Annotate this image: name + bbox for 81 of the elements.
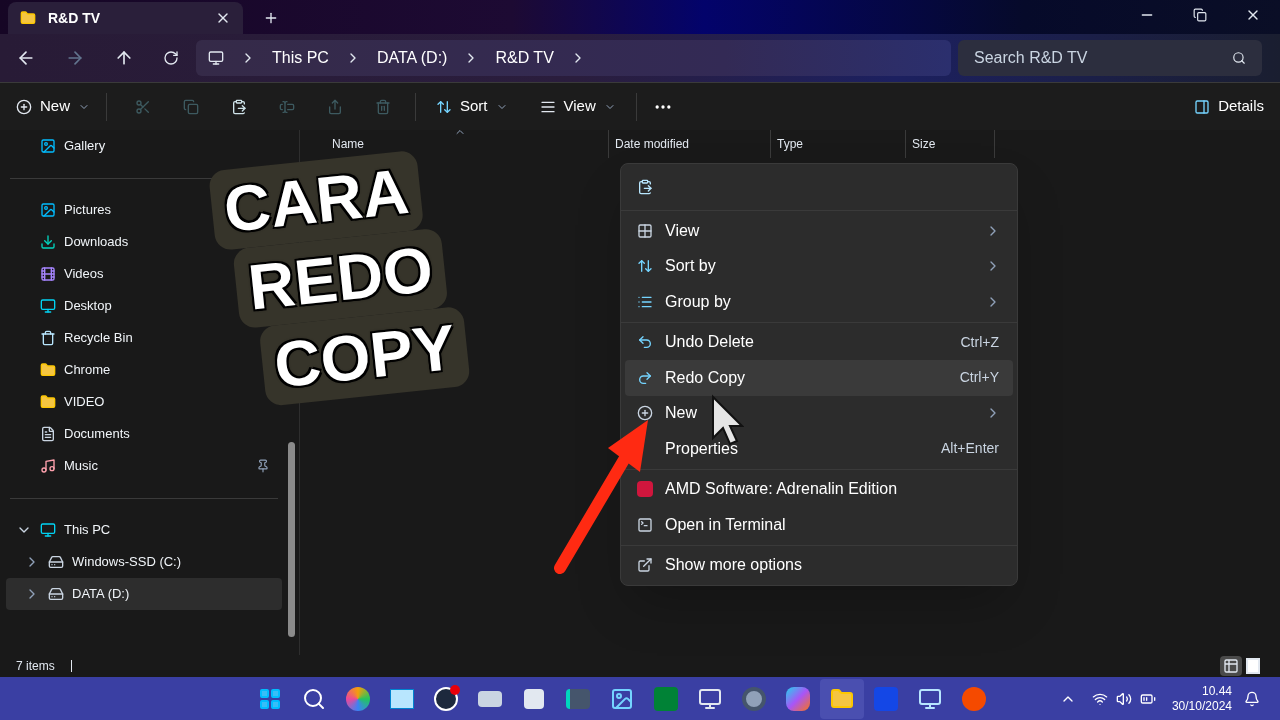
download-icon	[40, 234, 56, 250]
sidebar-item[interactable]: Videos	[6, 258, 116, 290]
sidebar-item[interactable]: Recycle Bin	[6, 322, 145, 354]
breadcrumb[interactable]: This PC	[272, 46, 329, 70]
scrollbar[interactable]	[288, 442, 295, 637]
picture-icon	[40, 138, 56, 154]
search-icon	[1232, 51, 1246, 65]
item-count: 7 items	[16, 658, 55, 675]
folder-icon	[40, 394, 56, 410]
menu-item[interactable]: Open in Terminal	[625, 507, 1013, 543]
undo-icon	[637, 334, 653, 351]
grid-icon	[637, 222, 653, 239]
sidebar-item[interactable]: Music	[6, 450, 282, 482]
sort-icon	[637, 258, 653, 275]
clock-date: 30/10/2024	[1171, 698, 1232, 714]
folder-icon	[830, 686, 854, 711]
sidebar-item[interactable]: Documents	[6, 418, 142, 450]
terminal-icon	[637, 516, 653, 533]
external-icon	[637, 557, 653, 574]
panel-icon	[1194, 98, 1211, 115]
tree-item[interactable]: This PC	[6, 514, 282, 546]
pin-icon	[256, 459, 270, 473]
clock-time: 10.44	[1201, 683, 1232, 699]
sidebar-item[interactable]: Chrome	[6, 354, 123, 386]
sidebar-item[interactable]: Desktop	[6, 290, 124, 322]
amd-icon	[637, 481, 653, 498]
drive-icon	[48, 586, 64, 602]
tree-item[interactable]: DATA (D:)	[6, 578, 282, 610]
sort-button[interactable]: Sort	[424, 95, 520, 118]
menu-item[interactable]: Group by	[625, 284, 1013, 320]
folder-icon	[40, 362, 56, 378]
restore-icon[interactable]	[1193, 8, 1207, 22]
menu-item[interactable]: Redo Copy Ctrl+Y	[625, 360, 1013, 396]
sidebar-item[interactable]: Gallery	[6, 130, 118, 162]
breadcrumb[interactable]: DATA (D:)	[376, 46, 448, 70]
sidebar-item[interactable]: Downloads	[6, 226, 141, 258]
menu-item[interactable]: Sort by	[625, 248, 1013, 284]
folder-icon	[20, 10, 36, 26]
column-header[interactable]: Size	[905, 130, 995, 158]
new-tab-icon[interactable]	[263, 10, 279, 26]
clock[interactable]: 10.44 30/10/2024	[1171, 683, 1232, 714]
search-icon	[302, 686, 326, 711]
details-view-button[interactable]	[1220, 656, 1242, 676]
picture-icon	[610, 686, 634, 711]
computer-icon	[40, 522, 56, 538]
recycle-bin-icon	[40, 330, 56, 346]
start-icon	[258, 686, 282, 711]
tab-title: R&D TV	[48, 9, 102, 28]
column-header[interactable]: Date modified	[608, 130, 770, 158]
sort-icon	[436, 98, 452, 115]
sidebar-item[interactable]: Pictures	[6, 194, 123, 226]
plus-icon	[16, 98, 32, 115]
breadcrumb[interactable]: R&D TV	[495, 46, 554, 70]
menu-item[interactable]: Show more options	[625, 547, 1013, 583]
desktop-icon	[40, 298, 56, 314]
picture-icon	[40, 202, 56, 218]
new-icon	[637, 405, 653, 422]
search-field[interactable]: Search R&D TV	[958, 40, 1262, 76]
redo-icon	[637, 369, 653, 386]
computer-icon	[918, 686, 942, 711]
menu-item[interactable]: New	[625, 395, 1013, 431]
sidebar-item[interactable]: VIDEO	[6, 386, 117, 418]
menu-item[interactable]: View	[625, 213, 1013, 249]
menu-item[interactable]: Undo Delete Ctrl+Z	[625, 324, 1013, 360]
monitor-icon	[698, 686, 722, 711]
paste-icon[interactable]	[637, 179, 653, 195]
view-button[interactable]: View	[527, 95, 628, 118]
bell-icon[interactable]	[1244, 690, 1260, 707]
music-icon	[40, 458, 56, 474]
menu-item[interactable]: AMD Software: Adrenalin Edition	[625, 471, 1013, 507]
tab[interactable]: R&D TV	[8, 2, 243, 34]
column-header[interactable]: Type	[770, 130, 905, 158]
new-button[interactable]: New	[16, 95, 106, 118]
details-button[interactable]: Details	[1194, 95, 1264, 118]
drive-icon	[48, 554, 64, 570]
film-icon	[40, 266, 56, 282]
address-bar[interactable]: This PC DATA (D:) R&D TV	[196, 40, 951, 76]
tree-item[interactable]: Windows-SSD (C:)	[6, 546, 282, 578]
refresh-icon[interactable]	[163, 50, 179, 66]
speaker-icon[interactable]	[1115, 690, 1132, 707]
computer-icon	[208, 50, 224, 66]
